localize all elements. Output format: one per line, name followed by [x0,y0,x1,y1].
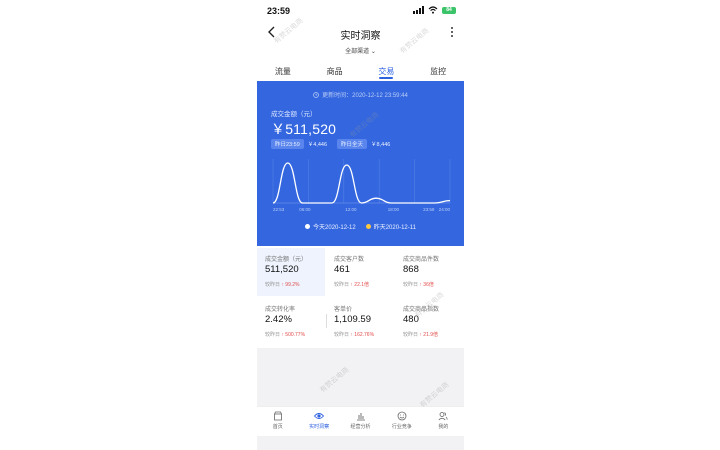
amount-value: ￥511,520 [271,121,337,137]
user-icon [438,412,448,421]
metric-card-items[interactable]: 成交商品件数 868 较昨日 ↑ 36倍 [395,248,463,296]
bottom-nav-me[interactable]: 我的 [423,407,464,437]
legend-item-yesterday[interactable]: 昨天2020-12-11 [365,222,416,231]
status-time: 23:59 [267,6,291,16]
bottom-nav-label: 行业竞争 [391,424,412,430]
update-time: 更新时间：2020-12-12 23:59:44 [257,90,464,99]
metric-card-avg-order[interactable]: 客单价 1,109.59 较昨日 ↑ 162.76% [326,298,394,346]
metric-compare: 较昨日 ↑ 22.1倍 [334,282,370,288]
metric-compare: 较昨日 ↑ 21.9倍 [403,332,439,338]
metric-value: 2.42% [265,314,292,325]
empty-area [257,348,464,406]
chart-tick-label: 24:00 [439,207,451,212]
tab-bar: 流量 商品 交易 监控 [257,62,464,80]
status-bar: 23:59 84 [257,0,464,22]
metric-card-customers[interactable]: 成交客户数 461 较昨日 ↑ 22.1倍 [326,248,394,296]
compare-pill-yesterday-now: 昨日23:59 [271,139,304,149]
transaction-line-chart: 22:53 06:00 12:00 18:00 23:59 24:00 [272,159,451,212]
chevron-down-icon: ⌄ [370,49,376,55]
home-indicator-area [257,436,464,450]
tab-monitoring[interactable]: 监控 [412,62,464,80]
chart-tick-label: 12:00 [345,207,357,212]
metric-compare: 较昨日 ↑ 99.2% [265,282,300,288]
legend-dot-yesterday [365,224,371,229]
metric-value: 1,109.59 [334,314,371,325]
amount-label: 成交金额（元） [271,111,317,118]
metric-value: 511,520 [265,264,299,275]
status-icons: 84 [413,6,456,14]
legend-label-today: 今天2020-12-12 [313,225,356,231]
bottom-nav: 首页 实时洞察 经营分析 行业竞争 我的 [257,406,464,437]
more-icon[interactable] [450,26,454,38]
metric-label: 成交商品指数 [403,307,440,313]
tab-transactions[interactable]: 交易 [361,62,413,80]
bottom-nav-insight[interactable]: 实时洞察 [298,407,339,437]
metric-label: 成交客户数 [334,257,365,263]
store-icon [273,411,282,421]
metric-label: 客单价 [334,307,353,313]
metric-compare: 较昨日 ↑ 36倍 [403,282,434,288]
chart-legend: 今天2020-12-12 昨天2020-12-11 [257,222,464,231]
battery-icon: 84 [442,6,456,14]
channel-filter-dropdown[interactable]: 全部渠道 ⌄ [257,46,464,55]
metric-compare: 较昨日 ↑ 162.76% [334,332,375,338]
chart-tick-label: 06:00 [299,207,311,212]
bottom-nav-label: 经营分析 [350,424,371,430]
amount-compare: 昨日23:59 ￥4,446 昨日全天 ￥8,446 [271,139,396,149]
metric-label: 成交商品件数 [403,257,440,263]
signal-icon [413,6,424,14]
metric-value: 868 [403,264,419,275]
update-time-text: 更新时间：2020-12-12 23:59:44 [322,93,408,99]
metric-card-index[interactable]: 成交商品指数 480 较昨日 ↑ 21.9倍 [395,298,463,346]
legend-item-today[interactable]: 今天2020-12-12 [305,222,356,231]
bottom-nav-analysis[interactable]: 经营分析 [340,407,381,437]
tab-products[interactable]: 商品 [309,62,361,80]
wifi-icon [428,6,438,14]
chart-series-line-0 [272,162,451,204]
eye-icon [314,413,325,419]
metric-card-conversion[interactable]: 成交转化率 2.42% 较昨日 ↑ 500.77% [257,298,325,346]
smile-icon [397,411,407,421]
compare-value-yesterday-now: ￥4,446 [307,142,328,148]
metric-card-amount[interactable]: 成交金额（元） 511,520 较昨日 ↑ 99.2% [257,248,325,296]
bottom-nav-label: 我的 [438,424,449,430]
bottom-nav-label: 首页 [272,424,283,430]
bottom-nav-home[interactable]: 首页 [257,407,298,437]
metric-label: 成交转化率 [265,307,296,313]
chart-tick-label: 18:00 [388,207,400,212]
metric-value: 461 [334,264,350,275]
phone-screen: 23:59 84 实时洞察 全部渠道 ⌄ 流量 商品 交易 监控 更新时间：20… [257,0,464,450]
clock-icon [313,92,319,98]
transaction-summary-card: 更新时间：2020-12-12 23:59:44 成交金额（元） ￥511,52… [257,81,464,246]
channel-filter-label: 全部渠道 [345,49,370,55]
bottom-nav-competition[interactable]: 行业竞争 [381,407,422,437]
page-title: 实时洞察 [340,31,381,42]
legend-label-yesterday: 昨天2020-12-11 [373,225,416,231]
nav-bar: 实时洞察 全部渠道 ⌄ [257,22,464,62]
compare-pill-yesterday-total: 昨日全天 [337,139,368,149]
metric-compare: 较昨日 ↑ 500.77% [265,332,306,338]
bar-chart-icon [356,413,365,421]
tab-traffic[interactable]: 流量 [257,62,309,80]
legend-dot-today [305,224,311,229]
compare-value-yesterday-total: ￥8,446 [371,142,391,148]
metric-value: 480 [403,314,419,325]
chart-tick-label: 23:59 [423,207,435,212]
metrics-grid: 成交金额（元） 511,520 较昨日 ↑ 99.2% 成交客户数 461 较昨… [257,248,464,348]
metric-label: 成交金额（元） [265,257,308,263]
bottom-nav-label: 实时洞察 [309,424,330,430]
chart-tick-label: 22:53 [273,207,285,212]
